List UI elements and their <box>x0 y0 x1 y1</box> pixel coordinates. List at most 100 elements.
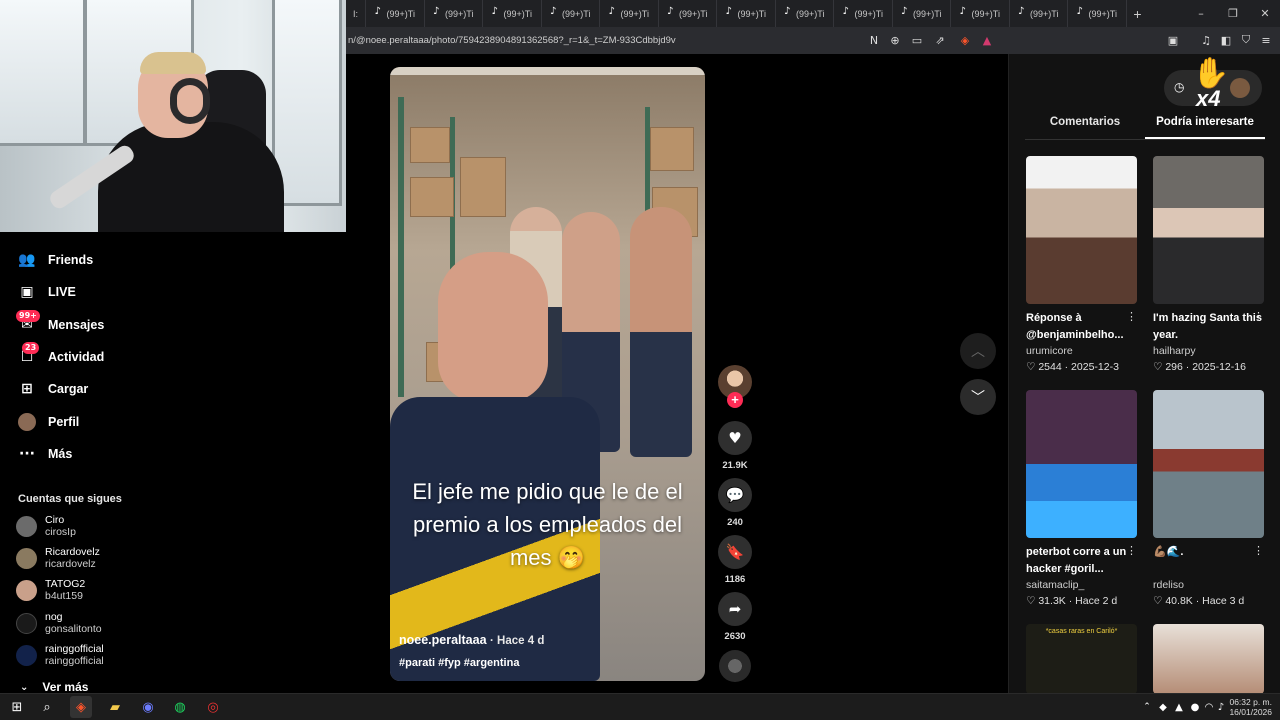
video-author[interactable]: noee.peraltaaa · Hace 4 d <box>399 633 544 647</box>
brave-shields-icon[interactable]: ◈ <box>955 30 975 50</box>
card-more-icon[interactable]: ⋮ <box>1253 310 1264 323</box>
browser-tab[interactable]: (99+)Ti <box>1010 0 1068 27</box>
browser-tab[interactable]: (99+)Ti <box>1068 0 1127 27</box>
search-icon[interactable]: ⌕ <box>36 696 58 718</box>
following-account[interactable]: TATOG2 b4ut159 <box>16 578 85 602</box>
tab-search-icon[interactable]: ▣ <box>1163 30 1183 50</box>
close-icon[interactable]: ✕ <box>1250 0 1280 27</box>
video-thumbnail <box>1153 156 1264 304</box>
video-player[interactable]: El jefe me pidio que le de el premio a l… <box>390 67 705 681</box>
comment-button[interactable]: 💬 240 <box>718 478 752 528</box>
recommended-video-card[interactable] <box>1153 624 1264 694</box>
account-name: rainggofficial <box>45 643 104 655</box>
upload-icon: ⊞ <box>21 381 33 397</box>
video-hashtags[interactable]: #parati #fyp #argentina <box>399 657 519 669</box>
next-video-button[interactable]: ﹀ <box>960 379 996 415</box>
sidebar-item-messages[interactable]: ✉ 99+ Mensajes <box>16 310 105 334</box>
browser-tab[interactable]: (99+)Ti <box>659 0 717 27</box>
browser-tab-strip: I: (99+)Ti (99+)Ti (99+)Ti (99+)Ti (99+)… <box>346 0 1280 27</box>
browser-tab[interactable]: (99+)Ti <box>483 0 542 27</box>
music-disc-icon[interactable] <box>719 650 751 682</box>
address-bar[interactable]: n/@noee.peraltaaa/photo/7594238904891362… <box>346 27 1280 54</box>
recommended-video-card[interactable]: 💪🏽🌊. rdeliso ♡ 40.8K · Hace 3 d ⋮ <box>1153 390 1264 609</box>
save-button[interactable]: 🔖 1186 <box>718 535 752 585</box>
media-icon[interactable]: ♫ <box>1196 30 1216 50</box>
recommended-video-card[interactable]: *casas raras en Cariló* <box>1026 624 1137 694</box>
sidebar-item-more[interactable]: ··· Más <box>18 445 72 463</box>
browser-tab[interactable]: (99+)Ti <box>600 0 659 27</box>
ceiling <box>390 67 705 75</box>
sidebar-item-label: Mensajes <box>48 318 105 332</box>
recommended-video-card[interactable]: I'm hazing Santa this year. hailharpy ♡ … <box>1153 156 1264 375</box>
cardboard-box <box>460 157 506 217</box>
sidebar-item-friends[interactable]: 👥 Friends <box>18 251 93 269</box>
sidebar-item-profile[interactable]: Perfil <box>18 413 79 431</box>
author-username[interactable]: noee.peraltaaa <box>399 633 487 647</box>
discord-icon[interactable]: ◉ <box>137 696 159 718</box>
tab-you-may-like[interactable]: Podría interesarte <box>1145 116 1265 139</box>
browser-tab[interactable]: (99+)Ti <box>366 0 425 27</box>
spotify-icon[interactable]: ◍ <box>169 696 191 718</box>
user-avatar[interactable] <box>1230 78 1250 98</box>
recommended-video-card[interactable]: peterbot corre a un hacker #goril... sai… <box>1026 390 1137 609</box>
sidebar-toggle-icon[interactable]: ◧ <box>1216 30 1236 50</box>
browser-tab[interactable]: (99+)Ti <box>951 0 1010 27</box>
following-account[interactable]: Ciro cirosIp <box>16 514 76 538</box>
browser-tab[interactable]: (99+)Ti <box>717 0 776 27</box>
card-author: hailharpy <box>1153 345 1196 357</box>
sidebar-item-upload[interactable]: ⊞ Cargar <box>18 380 88 398</box>
live-icon: ▣ <box>20 284 34 300</box>
card-more-icon[interactable]: ⋮ <box>1253 544 1264 557</box>
sidebar-item-label: LIVE <box>48 285 76 299</box>
tiktok-icon <box>784 6 793 18</box>
browser-tab[interactable]: I: <box>346 0 366 27</box>
share-count: 2630 <box>724 631 746 642</box>
sidebar-item-live[interactable]: ▣ LIVE <box>18 283 76 301</box>
card-stats: ♡ 296 · 2025-12-16 <box>1153 361 1246 373</box>
restore-icon[interactable]: ❐ <box>1218 0 1248 27</box>
minimize-icon[interactable]: – <box>1186 0 1216 27</box>
sidebar-item-activity[interactable]: ☐ 23 Actividad <box>18 342 104 366</box>
menu-icon[interactable]: ≡ <box>1256 30 1276 50</box>
brave-rewards-icon[interactable]: ▲ <box>977 30 997 50</box>
browser-tab[interactable]: (99+)Ti <box>893 0 951 27</box>
system-clock[interactable]: 06:32 p. m. 16/01/2026 <box>1229 697 1272 717</box>
like-button[interactable]: ♥ 21.9K <box>718 421 752 471</box>
zoom-icon[interactable]: ⊕ <box>885 30 905 50</box>
tiktok-icon <box>901 6 910 18</box>
cast-icon[interactable]: ▭ <box>907 30 927 50</box>
new-tab-button[interactable]: + <box>1127 6 1149 22</box>
woman-face <box>438 252 548 402</box>
browser-tab[interactable]: (99+)Ti <box>834 0 893 27</box>
reader-mode-icon[interactable]: Ν <box>864 30 884 50</box>
card-more-icon[interactable]: ⋮ <box>1126 544 1137 557</box>
tab-comments[interactable]: Comentarios <box>1025 116 1145 139</box>
browser-tab[interactable]: (99+)Ti <box>542 0 600 27</box>
brave-browser-icon[interactable]: ◈ <box>70 696 92 718</box>
browser-tab[interactable]: (99+)Ti <box>776 0 834 27</box>
save-count: 1186 <box>724 574 746 585</box>
see-more-button[interactable]: ⌄ Ver más <box>20 680 88 694</box>
following-account[interactable]: Ricardovelz ricardovelz <box>16 546 100 570</box>
windows-start-icon[interactable]: ⊞ <box>6 696 28 718</box>
following-account[interactable]: rainggofficial rainggofficial <box>16 643 104 667</box>
share-page-icon[interactable]: ⇗ <box>930 30 950 50</box>
left-sidebar: 👥 Friends ▣ LIVE ✉ 99+ Mensajes ☐ 23 Activ… <box>0 232 160 704</box>
follow-plus-icon[interactable]: + <box>727 392 743 408</box>
heart-icon: ♥ <box>718 421 752 455</box>
vpn-shield-icon[interactable]: ⛉ <box>1236 30 1256 50</box>
see-more-label: Ver más <box>42 680 89 694</box>
recommended-video-card[interactable]: Réponse à @benjaminbelho... urumicore ♡ … <box>1026 156 1137 375</box>
card-more-icon[interactable]: ⋮ <box>1126 310 1137 323</box>
account-username: b4ut159 <box>45 590 83 602</box>
file-explorer-icon[interactable]: ▰ <box>104 696 126 718</box>
browser-tab[interactable]: (99+)Ti <box>425 0 483 27</box>
obs-icon[interactable]: ◎ <box>202 696 224 718</box>
url-text[interactable]: n/@noee.peraltaaa/photo/7594238904891362… <box>346 35 676 46</box>
share-button[interactable]: ➦ 2630 <box>718 592 752 642</box>
following-account[interactable]: nog gonsalitonto <box>16 611 102 635</box>
sidebar-item-label: Cargar <box>48 382 89 396</box>
card-date: 2025-12-16 <box>1192 361 1246 373</box>
video-thumbnail: *casas raras en Cariló* <box>1026 624 1137 694</box>
previous-video-button[interactable]: ︿ <box>960 333 996 369</box>
